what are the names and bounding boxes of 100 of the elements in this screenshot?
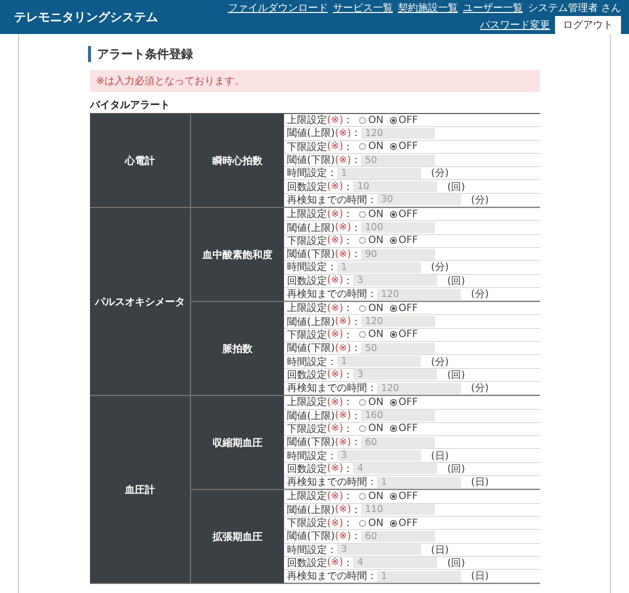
field-label: 回数設定 (287, 556, 327, 570)
input-field[interactable]: 120 (361, 128, 435, 139)
radio-button[interactable] (359, 398, 366, 406)
input-field[interactable]: 4 (353, 463, 438, 474)
radio-button[interactable] (390, 331, 397, 338)
colon: ： (343, 234, 354, 248)
field-label: 閾値(上限) (287, 410, 335, 423)
input-field[interactable]: 3 (353, 369, 438, 380)
input-field[interactable]: 4 (353, 557, 438, 568)
radio-button[interactable] (359, 116, 366, 124)
metric-cell: 拡張期血圧 (191, 490, 284, 584)
required-notice: ※は入力必須となっております。 (90, 70, 540, 92)
required-mark: (※) (327, 396, 344, 408)
radio-button[interactable] (359, 210, 366, 218)
field-label: 時間設定： (287, 260, 337, 274)
unit-label: (日) (471, 570, 489, 584)
colon: ： (343, 462, 354, 476)
field-label: 再検知までの時間： (287, 570, 377, 584)
option-label: OFF (398, 114, 418, 126)
radio-button[interactable] (390, 116, 397, 124)
input-field[interactable]: 3 (337, 450, 421, 462)
unit-label: (分) (431, 167, 449, 180)
field-label: 上限設定 (287, 302, 327, 316)
option-label: OFF (398, 423, 418, 434)
field-label: 回数設定 (287, 368, 327, 382)
nav-link[interactable]: サービス一覧 (332, 0, 393, 14)
field-label: 時間設定： (287, 356, 337, 368)
option-label: OFF (398, 396, 418, 408)
app-title: テレモニタリングシステム (14, 8, 158, 26)
metric-cell: 瞬時心拍数 (191, 114, 284, 208)
required-mark: (※) (327, 490, 344, 502)
input-field[interactable]: 120 (377, 382, 461, 394)
field-label: 再検知までの時間： (287, 288, 377, 302)
radio-button[interactable] (390, 210, 397, 218)
radio-button[interactable] (359, 304, 366, 312)
option-label: OFF (398, 490, 418, 502)
required-mark: (※) (334, 128, 351, 139)
required-mark: (※) (327, 114, 344, 126)
input-field[interactable]: 1 (377, 476, 461, 488)
unit-label: (分) (471, 382, 489, 396)
radio-button[interactable] (390, 398, 397, 406)
input-field[interactable]: 120 (377, 288, 461, 300)
unit-label: (日) (431, 450, 449, 463)
required-mark: (※) (327, 463, 344, 474)
input-field[interactable]: 120 (361, 316, 435, 328)
radio-button[interactable] (390, 492, 397, 500)
option-label: OFF (398, 208, 418, 220)
input-field[interactable]: 90 (361, 248, 435, 260)
password-link[interactable]: パスワード変更 (480, 18, 550, 32)
option-label: OFF (398, 302, 418, 314)
input-field[interactable]: 1 (337, 168, 421, 179)
field-label: 時間設定： (287, 166, 337, 180)
input-field[interactable]: 3 (337, 544, 421, 556)
input-field[interactable]: 50 (361, 154, 435, 166)
radio-button[interactable] (359, 492, 366, 500)
radio-button[interactable] (359, 425, 366, 432)
nav-link[interactable]: 契約施設一覧 (398, 0, 458, 14)
radio-button[interactable] (390, 143, 397, 150)
colon: ： (343, 180, 354, 194)
radio-button[interactable] (359, 331, 366, 338)
field-label: 閾値(上限) (287, 222, 335, 235)
input-field[interactable]: 30 (377, 194, 461, 206)
field-label: 閾値(下限) (287, 530, 335, 544)
radio-button[interactable] (390, 520, 397, 527)
input-field[interactable]: 60 (361, 530, 435, 542)
radio-button[interactable] (390, 304, 397, 312)
user-name: システム管理者 さん (528, 2, 621, 14)
input-field[interactable]: 100 (361, 222, 435, 234)
field-label: 下限設定 (287, 422, 327, 436)
radio-button[interactable] (390, 237, 397, 244)
input-field[interactable]: 160 (361, 410, 435, 422)
input-field[interactable]: 10 (353, 181, 438, 192)
option-label: OFF (398, 518, 418, 529)
metric-cell: 収縮期血圧 (191, 396, 284, 490)
field-label: 閾値(下限) (287, 436, 335, 450)
unit-label: (分) (471, 194, 489, 207)
metric-cell: 血中酸素飽和度 (191, 208, 284, 302)
field-label: 下限設定 (287, 516, 327, 530)
input-field[interactable]: 60 (361, 436, 435, 448)
radio-button[interactable] (359, 520, 366, 527)
radio-button[interactable] (390, 425, 397, 432)
unit-label: (回) (447, 180, 465, 194)
required-mark: (※) (334, 530, 351, 542)
required-mark: (※) (334, 316, 351, 328)
input-field[interactable]: 3 (353, 275, 438, 286)
unit-label: (日) (431, 544, 449, 557)
radio-button[interactable] (359, 143, 366, 150)
input-field[interactable]: 1 (337, 262, 421, 273)
input-field[interactable]: 50 (361, 342, 435, 354)
logout-button[interactable]: ログアウト (555, 16, 621, 34)
nav-link[interactable]: ファイルダウンロード (228, 0, 328, 14)
nav-link[interactable]: ユーザー一覧 (462, 0, 523, 14)
input-field[interactable]: 110 (361, 504, 435, 516)
radio-button[interactable] (359, 237, 366, 244)
input-field[interactable]: 1 (337, 356, 421, 367)
field-label: 閾値(下限) (287, 342, 335, 356)
input-field[interactable]: 1 (377, 570, 461, 582)
colon: ： (351, 530, 361, 544)
unit-label: (回) (447, 368, 465, 382)
required-mark: (※) (327, 208, 344, 220)
